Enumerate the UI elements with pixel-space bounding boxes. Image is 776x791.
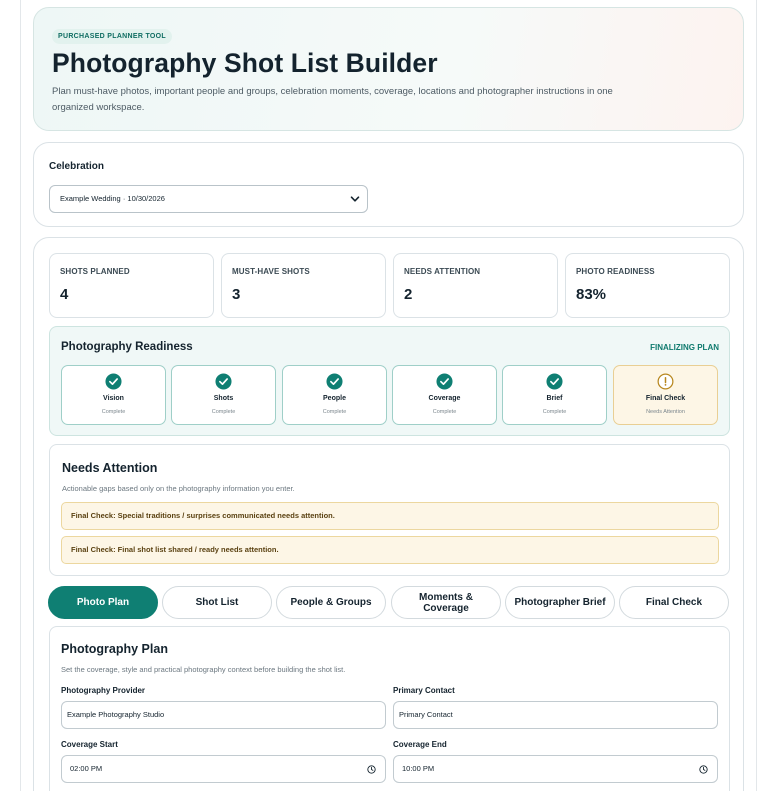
readiness-step-vision[interactable]: Vision Complete: [61, 365, 166, 425]
contact-label: Primary Contact: [393, 686, 455, 695]
readiness-step-coverage[interactable]: Coverage Complete: [392, 365, 497, 425]
coverage-start-input[interactable]: 02:00 PM: [61, 755, 386, 783]
check-circle-icon: [215, 373, 232, 390]
photography-plan-panel: Photography Plan Set the coverage, style…: [49, 626, 730, 791]
readiness-step-brief[interactable]: Brief Complete: [502, 365, 607, 425]
coverage-start-label: Coverage Start: [61, 740, 118, 749]
step-name: People: [323, 395, 346, 402]
page-description: Plan must-have photos, important people …: [52, 86, 613, 113]
contact-input[interactable]: Primary Contact: [393, 701, 718, 729]
stat-label: PHOTO READINESS: [576, 267, 655, 276]
step-name: Coverage: [428, 395, 461, 402]
provider-input[interactable]: Example Photography Studio: [61, 701, 386, 729]
stat-value: 4: [60, 286, 69, 303]
celebration-panel: Celebration Example Wedding · 10/30/2026: [33, 142, 744, 227]
stat-value: 83%: [576, 286, 607, 303]
coverage-end-label: Coverage End: [393, 740, 447, 749]
coverage-end-input[interactable]: 10:00 PM: [393, 755, 718, 783]
page-title: Photography Shot List Builder: [52, 48, 438, 78]
celebration-select-value: Example Wedding · 10/30/2026: [60, 194, 165, 203]
step-status: Complete: [432, 409, 457, 415]
step-status: Needs Attention: [646, 409, 685, 415]
celebration-label: Celebration: [49, 161, 105, 172]
check-circle-icon: [326, 373, 343, 390]
tab-people-groups[interactable]: People & Groups: [276, 586, 386, 619]
step-status: Complete: [542, 409, 567, 415]
attention-description: Actionable gaps based only on the photog…: [62, 484, 295, 493]
tab-photo-plan[interactable]: Photo Plan: [48, 586, 158, 619]
step-name: Shots: [213, 395, 234, 402]
check-circle-icon: [546, 373, 563, 390]
tab-final-check[interactable]: Final Check: [619, 586, 729, 619]
step-name: Brief: [546, 395, 563, 402]
stat-value: 3: [232, 286, 241, 303]
clock-icon: [699, 765, 708, 774]
readiness-step-final-check[interactable]: Final Check Needs Attention: [613, 365, 718, 425]
alert-circle-icon: [657, 373, 674, 390]
plan-title: Photography Plan: [61, 642, 168, 656]
check-circle-icon: [105, 373, 122, 390]
stat-shots-planned: SHOTS PLANNED 4: [49, 253, 214, 318]
readiness-title: Photography Readiness: [61, 341, 193, 353]
stat-photo-readiness: PHOTO READINESS 83%: [565, 253, 730, 318]
step-status: Complete: [322, 409, 347, 415]
readiness-step-people[interactable]: People Complete: [282, 365, 387, 425]
tool-badge: PURCHASED PLANNER TOOL: [52, 29, 172, 44]
main-panel: SHOTS PLANNED 4 MUST-HAVE SHOTS 3 NEEDS …: [33, 237, 744, 791]
stat-value: 2: [404, 286, 413, 303]
hero-panel: PURCHASED PLANNER TOOL Photography Shot …: [33, 7, 744, 131]
needs-attention-panel: Needs Attention Actionable gaps based on…: [49, 444, 730, 576]
chevron-down-icon: [350, 196, 360, 202]
step-name: Vision: [103, 395, 124, 402]
attention-item: Final Check: Final shot list shared / re…: [61, 536, 719, 564]
stat-needs-attention: NEEDS ATTENTION 2: [393, 253, 558, 318]
step-name: Final Check: [645, 395, 686, 402]
stat-label: NEEDS ATTENTION: [404, 267, 481, 276]
clock-icon: [367, 765, 376, 774]
attention-title: Needs Attention: [62, 461, 158, 475]
stat-label: MUST-HAVE SHOTS: [232, 267, 310, 276]
readiness-status: FINALIZING PLAN: [650, 343, 719, 352]
step-status: Complete: [211, 409, 236, 415]
plan-description: Set the coverage, style and practical ph…: [61, 665, 346, 674]
readiness-step-shots[interactable]: Shots Complete: [171, 365, 276, 425]
coverage-start-value: 02:00 PM: [70, 764, 103, 773]
provider-label: Photography Provider: [61, 686, 146, 695]
tab-moments-coverage[interactable]: Moments & Coverage: [391, 586, 501, 619]
tab-shot-list[interactable]: Shot List: [162, 586, 272, 619]
readiness-panel: Photography Readiness FINALIZING PLAN Vi…: [49, 326, 730, 436]
attention-item: Final Check: Special traditions / surpri…: [61, 502, 719, 530]
step-status: Complete: [101, 409, 126, 415]
celebration-select[interactable]: Example Wedding · 10/30/2026: [49, 185, 368, 213]
coverage-end-value: 10:00 PM: [402, 764, 435, 773]
tab-photographer-brief[interactable]: Photographer Brief: [505, 586, 615, 619]
stat-must-have-shots: MUST-HAVE SHOTS 3: [221, 253, 386, 318]
stat-label: SHOTS PLANNED: [60, 267, 130, 276]
check-circle-icon: [436, 373, 453, 390]
